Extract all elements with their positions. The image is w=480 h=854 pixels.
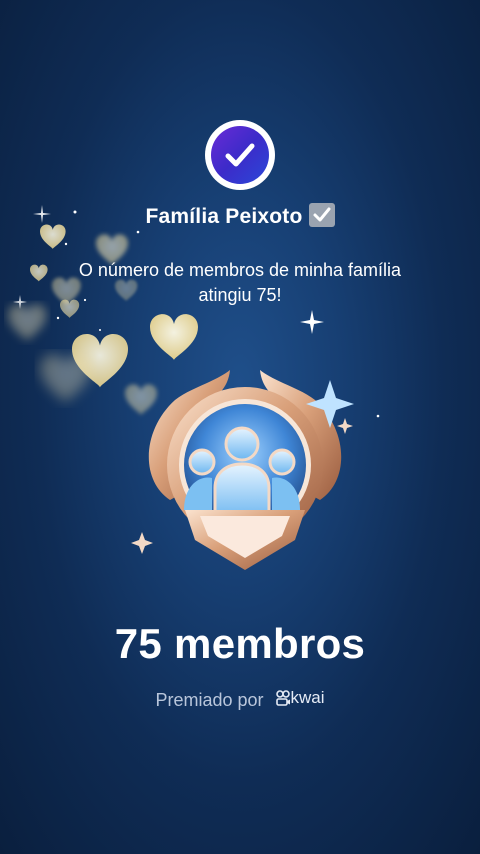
sparkle-dot <box>56 316 60 320</box>
awarded-by-text: Premiado por <box>155 690 264 710</box>
sparkle-dot <box>99 329 101 331</box>
members-count: 75 membros <box>114 620 366 667</box>
sparkle-icon <box>131 532 153 554</box>
kwai-logo: kwai <box>275 688 325 708</box>
sparkle-dot <box>136 230 140 234</box>
family-avatar[interactable] <box>205 120 275 190</box>
heart-icon <box>30 264 48 282</box>
sparkle-dot <box>376 414 380 418</box>
sparkle-icon <box>300 310 324 334</box>
sparkle-icon <box>13 295 27 309</box>
sparkle-dot <box>64 242 68 246</box>
milestone-message: O número de membros de minha família ati… <box>78 260 402 305</box>
heart-icon <box>40 354 92 403</box>
awarded-by: Premiado por kwai <box>0 688 480 711</box>
family-members-medal-icon <box>131 370 354 570</box>
check-box-icon <box>308 203 335 227</box>
family-name-text: Família Peixoto <box>145 205 303 228</box>
avatar-gradient <box>211 126 269 184</box>
kwai-logo-icon <box>275 690 290 706</box>
sparkle-icon <box>337 418 353 434</box>
family-name: Família Peixoto <box>0 203 480 229</box>
achievement-screen: Família Peixoto O número de membros de m… <box>0 0 480 854</box>
heart-icon <box>72 333 128 388</box>
kwai-brand-text: kwai <box>290 688 325 707</box>
verified-check-icon <box>225 143 255 167</box>
heart-icon <box>8 304 47 341</box>
heart-icon <box>150 314 198 360</box>
